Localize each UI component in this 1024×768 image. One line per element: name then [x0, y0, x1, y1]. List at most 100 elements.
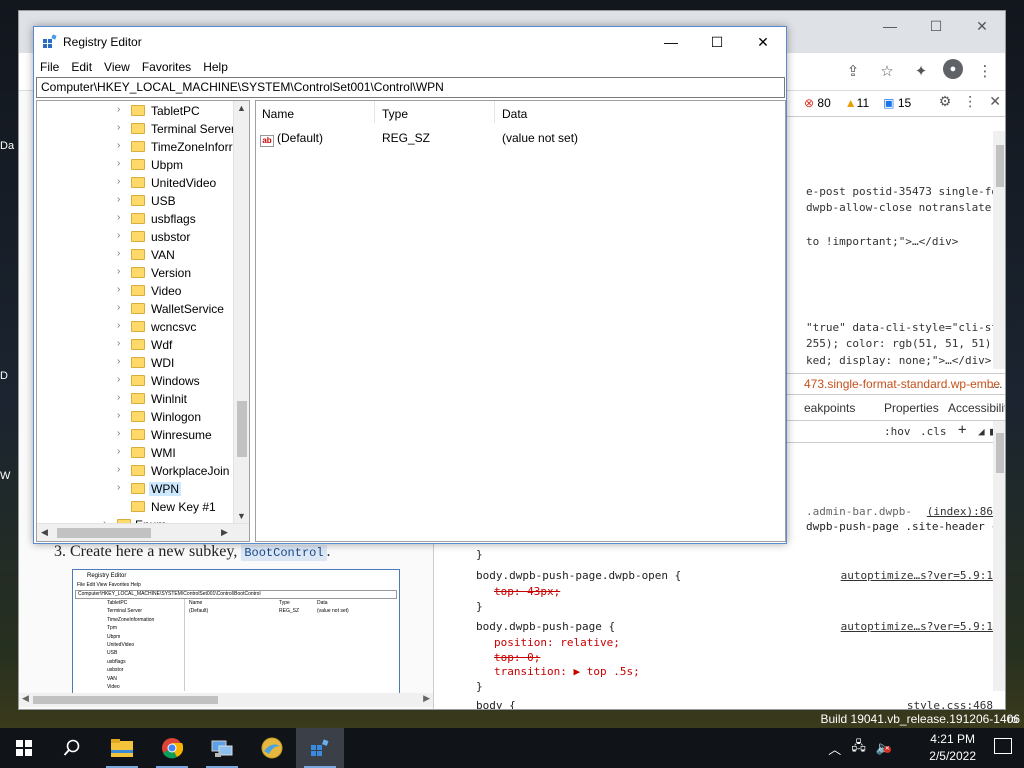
desktop-icon-label[interactable]: D — [0, 370, 18, 382]
scroll-down-icon[interactable]: ▼ — [237, 511, 246, 521]
tree-item[interactable]: › Ubpm — [37, 156, 233, 174]
tree-item[interactable]: › Winlnit — [37, 390, 233, 408]
scroll-right-icon[interactable]: ▶ — [221, 527, 228, 538]
desktop-icon-label[interactable]: W — [0, 470, 18, 482]
expand-chevron-icon[interactable]: › — [117, 176, 120, 187]
star-icon[interactable]: ☆ — [875, 59, 899, 83]
menu-edit[interactable]: Edit — [65, 57, 98, 77]
menu-view[interactable]: View — [98, 57, 136, 77]
volume-muted-icon[interactable]: 🔈✕ — [876, 740, 892, 756]
scroll-left-icon[interactable]: ◀ — [41, 527, 48, 538]
tab-accessibility[interactable]: Accessibility — [948, 401, 1005, 415]
cls-toggle[interactable]: .cls — [920, 425, 947, 438]
close-icon[interactable]: ✕ — [959, 11, 1005, 41]
scrollbar-thumb[interactable] — [57, 528, 151, 538]
expand-chevron-icon[interactable]: › — [117, 320, 120, 331]
expand-chevron-icon[interactable]: › — [117, 248, 120, 259]
dom-line[interactable]: to !important;">…</div> — [806, 235, 958, 248]
expand-chevron-icon[interactable]: › — [117, 410, 120, 421]
tree-item[interactable]: › Windows — [37, 372, 233, 390]
error-badge[interactable]: ⊗ 80 — [800, 95, 835, 111]
breadcrumb-text[interactable]: 473.single-format-standard.wp-embe — [804, 374, 1000, 394]
dom-line[interactable]: ked; display: none;">…</div> — [806, 354, 991, 367]
rule-source-link[interactable]: style.css:468 — [907, 699, 993, 709]
column-separator[interactable] — [374, 101, 375, 123]
expand-chevron-icon[interactable]: › — [117, 122, 120, 133]
extensions-icon[interactable]: ✦ — [909, 59, 933, 83]
desktop-icon-label[interactable]: Da — [0, 140, 18, 152]
expand-chevron-icon[interactable]: › — [117, 284, 120, 295]
menu-file[interactable]: File — [34, 57, 65, 77]
tab-breakpoints[interactable]: eakpoints — [804, 401, 855, 415]
expand-chevron-icon[interactable]: › — [117, 266, 120, 277]
address-bar[interactable]: Computer\HKEY_LOCAL_MACHINE\SYSTEM\Contr… — [36, 77, 785, 98]
tree-item[interactable]: › WalletService — [37, 300, 233, 318]
tree-item[interactable]: › usbstor — [37, 228, 233, 246]
tree-item[interactable]: New Key #1 — [37, 498, 233, 516]
rule-source-link[interactable]: autoptimize…s?ver=5.9:1 — [841, 569, 993, 582]
registry-editor-button[interactable] — [296, 728, 344, 768]
more-icon[interactable]: ⋮ — [963, 94, 977, 110]
css-declaration[interactable]: top: 0; — [494, 651, 540, 664]
column-header-name[interactable]: Name — [262, 107, 294, 121]
tree-item[interactable]: › WPN — [37, 480, 233, 498]
tree-item[interactable]: › UnitedVideo — [37, 174, 233, 192]
settings-gear-icon[interactable]: ⚙ — [939, 94, 952, 110]
minimize-icon[interactable]: — — [867, 11, 913, 41]
css-declaration[interactable]: position: relative; — [494, 636, 620, 649]
scroll-left-icon[interactable]: ◀ — [22, 693, 29, 704]
expand-chevron-icon[interactable]: › — [117, 338, 120, 349]
expand-chevron-icon[interactable]: › — [117, 374, 120, 385]
expand-chevron-icon[interactable]: › — [117, 392, 120, 403]
styles-scrollbar[interactable] — [993, 421, 1005, 691]
add-rule-button[interactable]: + — [958, 422, 966, 438]
expand-chevron-icon[interactable]: › — [117, 230, 120, 241]
expand-chevron-icon[interactable]: › — [117, 104, 120, 115]
column-separator[interactable] — [494, 101, 495, 123]
tree-item[interactable]: › Terminal Server — [37, 120, 235, 138]
tree-item[interactable]: › WDI — [37, 354, 233, 372]
value-name[interactable]: ab (Default) — [260, 131, 323, 147]
tree-item[interactable]: › usbflags — [37, 210, 233, 228]
clock[interactable]: 4:21 PM 2/5/2022 — [929, 731, 976, 765]
rule-selector[interactable]: body.dwpb-push-page { — [476, 620, 615, 633]
message-badge[interactable]: ▣ 15 — [879, 95, 915, 111]
scroll-up-icon[interactable]: ▲ — [237, 103, 246, 113]
expand-chevron-icon[interactable]: › — [117, 428, 120, 439]
warning-badge[interactable]: ▲11 — [841, 95, 873, 111]
expand-chevron-icon[interactable]: › — [117, 302, 120, 313]
expand-chevron-icon[interactable]: › — [117, 464, 120, 475]
network-icon[interactable]: 🖧 — [851, 737, 866, 759]
scrollbar-thumb[interactable] — [33, 696, 218, 704]
maximize-icon[interactable]: ☐ — [913, 11, 959, 41]
chevron-up-icon[interactable]: ︿ — [828, 739, 841, 758]
hov-toggle[interactable]: :hov — [884, 425, 911, 438]
css-declaration[interactable]: top: 43px; — [494, 585, 560, 598]
dom-line[interactable]: "true" data-cli-style="cli-sty — [806, 321, 1005, 334]
dom-line[interactable]: 255); color: rgb(51, 51, 51); f — [806, 337, 1005, 350]
browser-button[interactable] — [248, 728, 296, 768]
tree-item[interactable]: › Version — [37, 264, 233, 282]
tree-item[interactable]: › wcncsvc — [37, 318, 233, 336]
tree-item[interactable]: › USB — [37, 192, 233, 210]
tab-properties[interactable]: Properties — [884, 401, 939, 415]
expand-chevron-icon[interactable]: › — [117, 446, 120, 457]
expand-chevron-icon[interactable]: › — [117, 140, 120, 151]
new-style-icon[interactable]: ◢ — [978, 425, 985, 438]
column-header-data[interactable]: Data — [502, 107, 527, 121]
tree-item[interactable]: › TabletPC — [37, 102, 233, 120]
close-icon[interactable]: ✕ — [740, 27, 786, 57]
scroll-right-icon[interactable]: ▶ — [423, 693, 430, 704]
rule-selector[interactable]: body { — [476, 699, 516, 709]
expand-chevron-icon[interactable]: › — [117, 356, 120, 367]
rule-selector[interactable]: body.dwpb-push-page.dwpb-open { — [476, 569, 681, 582]
column-header-type[interactable]: Type — [382, 107, 408, 121]
notification-center-icon[interactable] — [994, 738, 1012, 754]
expand-chevron-icon[interactable]: › — [117, 212, 120, 223]
tree-item[interactable]: › Winlogon — [37, 408, 233, 426]
profile-icon[interactable]: ● — [943, 59, 963, 79]
dom-line[interactable]: e-post postid-35473 single-for — [806, 185, 1005, 198]
tree-horizontal-scrollbar[interactable]: ◀ ▶ — [37, 523, 249, 541]
tree-item[interactable]: › VAN — [37, 246, 233, 264]
rule-source-link[interactable]: (index):86 — [927, 505, 993, 518]
